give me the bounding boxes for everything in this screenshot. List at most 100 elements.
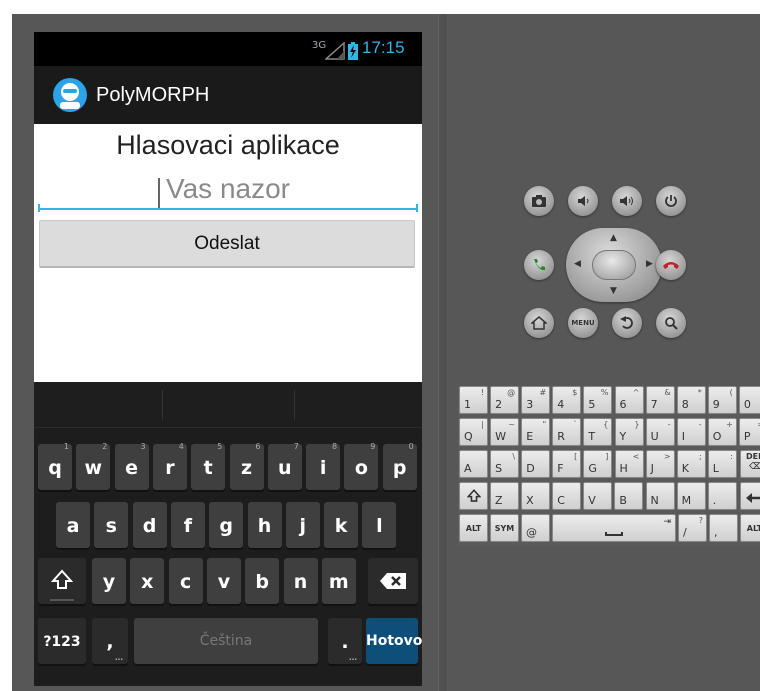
hw-key-label: @ bbox=[526, 526, 537, 539]
menu-button[interactable]: MENU bbox=[568, 308, 598, 338]
period-key[interactable]: .… bbox=[328, 618, 362, 664]
hw-key-6[interactable]: 6 ^ bbox=[614, 386, 644, 414]
hw-key-Z[interactable]: Z bbox=[490, 482, 519, 510]
dpad[interactable]: ▲ ▼ ◀ ▶ bbox=[566, 228, 662, 302]
hw-key-Q[interactable]: Q | bbox=[459, 418, 488, 446]
hw-key-H[interactable]: H < bbox=[614, 450, 644, 478]
power-button[interactable] bbox=[656, 186, 686, 216]
hw-space-key[interactable]: ⇥ bbox=[552, 514, 676, 542]
key-p[interactable]: p0 bbox=[382, 442, 417, 490]
key-t[interactable]: t5 bbox=[191, 442, 226, 490]
end-call-button[interactable] bbox=[656, 250, 686, 280]
key-w[interactable]: w2 bbox=[76, 442, 111, 490]
hw-key-M[interactable]: M bbox=[676, 482, 706, 510]
home-button[interactable] bbox=[524, 308, 554, 338]
key-x[interactable]: x bbox=[130, 558, 165, 604]
hw-alt-key-right[interactable]: ALT bbox=[740, 514, 760, 542]
hw-key-/[interactable]: /? bbox=[678, 514, 707, 542]
hw-key-label: . bbox=[712, 494, 717, 507]
shift-key[interactable] bbox=[38, 558, 86, 604]
volume-down-button[interactable] bbox=[568, 186, 598, 216]
key-z[interactable]: z6 bbox=[229, 442, 264, 490]
hw-key-2[interactable]: 2 @ bbox=[490, 386, 520, 414]
hw-enter-key[interactable] bbox=[740, 482, 760, 510]
done-key[interactable]: Hotovo bbox=[366, 618, 422, 664]
call-button[interactable] bbox=[524, 250, 554, 280]
hw-key-8[interactable]: 8 * bbox=[676, 386, 706, 414]
hw-key-W[interactable]: W ~ bbox=[490, 418, 520, 446]
key-o[interactable]: o9 bbox=[344, 442, 379, 490]
space-key[interactable]: Čeština bbox=[134, 618, 318, 664]
volume-up-button[interactable] bbox=[612, 186, 642, 216]
key-i[interactable]: i8 bbox=[306, 442, 341, 490]
hw-key-0[interactable]: 0) bbox=[738, 386, 760, 414]
search-button[interactable] bbox=[656, 308, 686, 338]
key-u[interactable]: u7 bbox=[267, 442, 302, 490]
hw-key-alt-label: : bbox=[730, 452, 733, 461]
key-q[interactable]: q1 bbox=[38, 442, 72, 490]
hw-key-3[interactable]: 3 # bbox=[521, 386, 551, 414]
hw-key-F[interactable]: F[ bbox=[552, 450, 582, 478]
hw-key-.[interactable]: . bbox=[707, 482, 737, 510]
send-button[interactable]: Odeslat bbox=[39, 220, 415, 268]
hw-shift-key[interactable] bbox=[459, 482, 488, 510]
hw-alt-key-left[interactable]: ALT bbox=[459, 514, 488, 542]
hw-key-@[interactable]: @ bbox=[521, 514, 550, 542]
hw-delete-key[interactable]: DEL ⌫ bbox=[740, 450, 760, 478]
key-y[interactable]: y bbox=[92, 558, 126, 604]
hw-key-Y[interactable]: Y} bbox=[614, 418, 644, 446]
key-b[interactable]: b bbox=[245, 558, 280, 604]
hw-key-P[interactable]: P= bbox=[738, 418, 760, 446]
key-v[interactable]: v bbox=[206, 558, 241, 604]
key-k[interactable]: k bbox=[324, 502, 359, 548]
hw-key-K[interactable]: K; bbox=[676, 450, 706, 478]
hw-sym-key[interactable]: SYM bbox=[490, 514, 519, 542]
back-button[interactable] bbox=[612, 308, 642, 338]
hw-key-R[interactable]: R ` bbox=[552, 418, 582, 446]
key-f[interactable]: f bbox=[170, 502, 205, 548]
hw-key-4[interactable]: 4 $ bbox=[552, 386, 582, 414]
key-h[interactable]: h bbox=[247, 502, 282, 548]
key-c[interactable]: c bbox=[168, 558, 203, 604]
network-type: 3G bbox=[312, 40, 327, 51]
key-r[interactable]: r4 bbox=[152, 442, 187, 490]
hw-key-T[interactable]: T{ bbox=[583, 418, 613, 446]
hw-key-V[interactable]: V bbox=[583, 482, 613, 510]
key-g[interactable]: g bbox=[209, 502, 244, 548]
hw-key-1[interactable]: 1! bbox=[459, 386, 488, 414]
key-n[interactable]: n bbox=[283, 558, 318, 604]
hw-key-N[interactable]: N bbox=[645, 482, 675, 510]
hw-key-D[interactable]: D bbox=[521, 450, 551, 478]
app-logo-icon[interactable] bbox=[52, 77, 88, 113]
hw-key-7[interactable]: 7 & bbox=[645, 386, 675, 414]
key-d[interactable]: d bbox=[132, 502, 167, 548]
key-m[interactable]: m bbox=[321, 558, 356, 604]
hw-key-X[interactable]: X bbox=[521, 482, 551, 510]
hw-key-U[interactable]: U- bbox=[645, 418, 675, 446]
hw-key-,[interactable]: , bbox=[709, 514, 738, 542]
key-a[interactable]: a bbox=[56, 502, 90, 548]
key-e[interactable]: e3 bbox=[114, 442, 149, 490]
hw-key-S[interactable]: S \ bbox=[490, 450, 520, 478]
backspace-key[interactable] bbox=[368, 558, 418, 604]
symbols-key[interactable]: ?123 bbox=[38, 618, 86, 664]
hw-key-label: 7 bbox=[650, 398, 658, 411]
hw-key-C[interactable]: C bbox=[552, 482, 582, 510]
hw-key-I[interactable]: I- bbox=[676, 418, 706, 446]
key-j[interactable]: j bbox=[285, 502, 320, 548]
key-s[interactable]: s bbox=[94, 502, 129, 548]
hw-key-J[interactable]: J > bbox=[645, 450, 675, 478]
hw-key-B[interactable]: B bbox=[614, 482, 644, 510]
opinion-input[interactable] bbox=[38, 170, 418, 210]
key-l[interactable]: l bbox=[362, 502, 397, 548]
camera-button[interactable] bbox=[524, 186, 554, 216]
hw-key-G[interactable]: G] bbox=[583, 450, 613, 478]
comma-key[interactable]: ,… bbox=[92, 618, 128, 664]
hw-key-5[interactable]: 5% bbox=[583, 386, 613, 414]
hw-key-9[interactable]: 9( bbox=[707, 386, 737, 414]
dpad-center-button[interactable] bbox=[592, 250, 636, 280]
hw-key-O[interactable]: O + bbox=[707, 418, 737, 446]
hw-key-E[interactable]: E " bbox=[521, 418, 551, 446]
hw-key-L[interactable]: L: bbox=[707, 450, 737, 478]
hw-key-A[interactable]: A bbox=[459, 450, 488, 478]
